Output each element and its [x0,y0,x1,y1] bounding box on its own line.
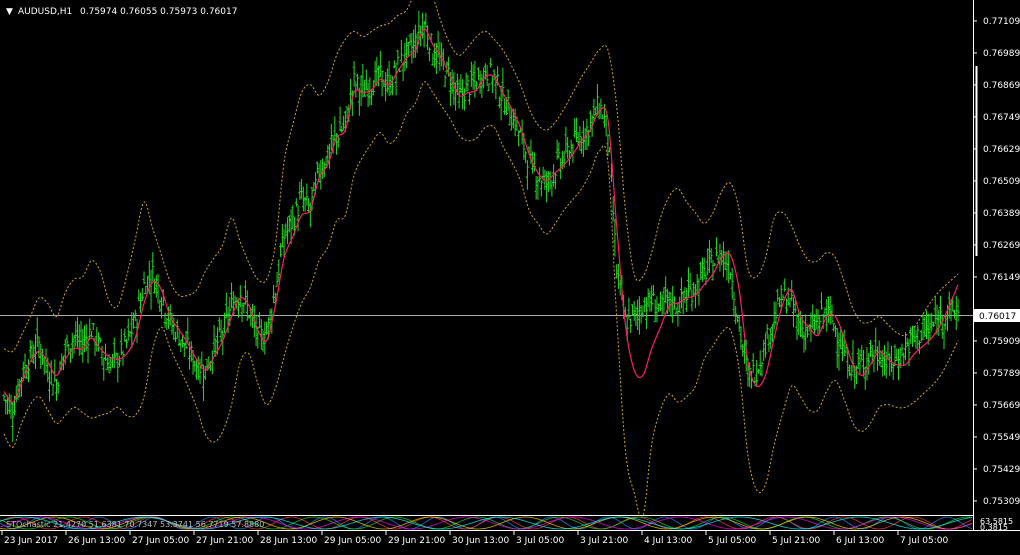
time-tick-label: 5 Jul 05:00 [708,536,757,546]
chart-canvas[interactable]: ▼ AUDUSD,H1 0.75974 0.76055 0.75973 0.76… [0,0,1020,551]
price-tick-label: 0.75789 [983,369,1020,379]
price-tick-label: 0.76389 [983,209,1020,219]
current-price-tag-label: 0.76017 [979,312,1016,322]
stochastic-label: STOchastic 21.4270 51.6381 70.7347 53.37… [6,520,264,529]
symbol-timeframe-label: AUDUSD,H1 [18,7,72,17]
price-tick-label: 0.76149 [983,273,1020,283]
stochastic-subwindow: STOchastic 21.4270 51.6381 70.7347 53.37… [0,516,1013,532]
time-tick-label: 7 Jul 05:00 [900,536,949,546]
price-tick-label: 0.76749 [983,113,1020,123]
time-tick-label: 28 Jun 13:00 [260,536,317,546]
stochastic-scale-bottom: 0.3815 [980,523,1008,532]
time-tick-label: 6 Jul 13:00 [836,536,885,546]
price-tick-label: 0.76629 [983,145,1020,155]
time-tick-label: 23 Jun 2017 [4,536,58,546]
price-tick-label: 0.75309 [983,497,1020,507]
time-tick-label: 29 Jun 21:00 [388,536,445,546]
price-tick-label: 0.77109 [983,17,1020,27]
price-tick-label: 0.75909 [983,337,1020,347]
time-tick-label: 3 Jul 21:00 [580,536,629,546]
time-tick-label: 30 Jun 13:00 [452,536,509,546]
price-tick-label: 0.75549 [983,433,1020,443]
chart-window[interactable]: ▼ AUDUSD,H1 0.75974 0.76055 0.75973 0.76… [0,0,1020,551]
time-tick-label: 3 Jul 05:00 [516,536,565,546]
price-tick-label: 0.75429 [983,465,1020,475]
symbol-dropdown-icon[interactable]: ▼ [6,7,13,17]
time-tick-label: 5 Jul 21:00 [772,536,821,546]
time-tick-label: 4 Jul 13:00 [644,536,693,546]
ohlc-values: 0.75974 0.76055 0.75973 0.76017 [80,7,237,17]
time-tick-label: 27 Jun 05:00 [132,536,189,546]
current-price-tag: 0.76017 [974,309,1020,322]
price-tick-label: 0.76269 [983,241,1020,251]
time-tick-label: 29 Jun 05:00 [324,536,381,546]
time-tick-label: 27 Jun 21:00 [196,536,253,546]
price-tick-label: 0.76869 [983,81,1020,91]
price-tick-label: 0.76989 [983,49,1020,59]
time-tick-label: 26 Jun 13:00 [68,536,125,546]
price-tick-label: 0.76509 [983,177,1020,187]
price-tick-label: 0.75669 [983,401,1020,411]
